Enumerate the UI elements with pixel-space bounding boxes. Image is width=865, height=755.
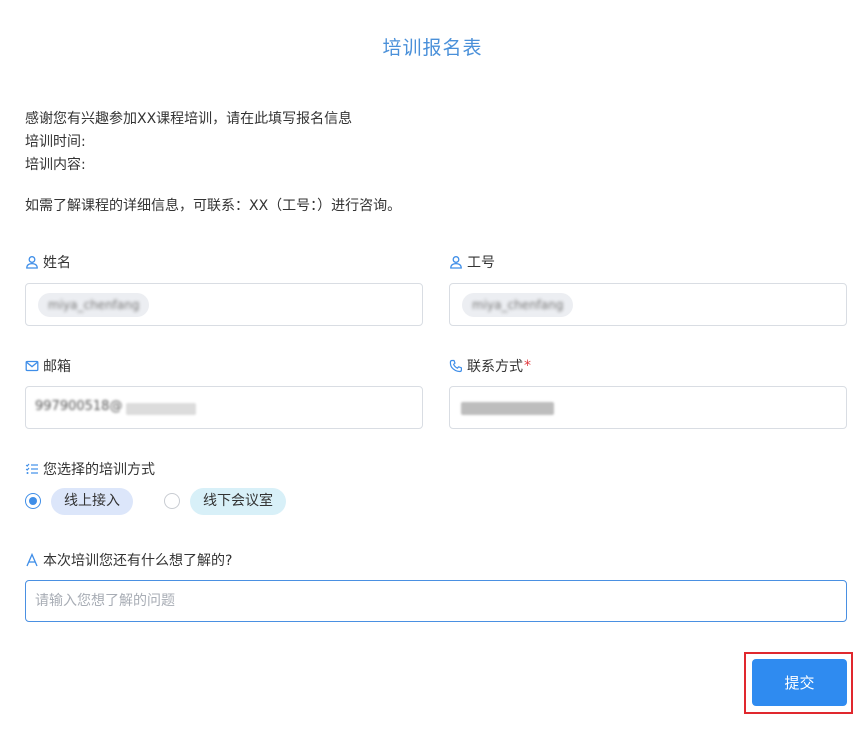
user-icon xyxy=(449,255,463,269)
name-value-chip: miya_chenfang xyxy=(38,293,150,317)
intro-line-time: 培训时间: xyxy=(25,134,86,150)
contact-input[interactable] xyxy=(449,386,847,429)
email-input[interactable]: 997900518@ xyxy=(25,386,423,429)
form-intro: 感谢您有兴趣参加XX课程培训，请在此填写报名信息 培训时间: 培训内容: 如需了… xyxy=(25,108,401,218)
submit-highlight: 提交 xyxy=(744,652,853,714)
email-value: 997900518@ xyxy=(35,399,123,414)
intro-line-content: 培训内容: xyxy=(25,157,86,173)
mail-icon xyxy=(25,359,39,373)
employee-id-label: 工号 xyxy=(449,252,495,272)
email-redaction xyxy=(126,403,196,415)
employee-id-value: miya_chenfang xyxy=(472,298,564,312)
required-mark: * xyxy=(524,358,531,374)
name-value: miya_chenfang xyxy=(48,298,140,312)
employee-id-label-text: 工号 xyxy=(467,255,495,271)
page-title: 培训报名表 xyxy=(382,37,483,59)
question-label-text: 本次培训您还有什么想了解的? xyxy=(43,553,233,569)
option-online-label: 线上接入 xyxy=(64,493,120,509)
email-label: 邮箱 xyxy=(25,356,71,376)
name-label: 姓名 xyxy=(25,252,71,272)
contact-redaction xyxy=(461,402,554,415)
question-label: 本次培训您还有什么想了解的? xyxy=(25,550,232,570)
option-online-pill[interactable]: 线上接入 xyxy=(51,488,133,515)
contact-label: 联系方式 * xyxy=(449,356,531,376)
radio-offline[interactable] xyxy=(164,493,180,509)
text-icon xyxy=(25,553,39,567)
name-input[interactable]: miya_chenfang xyxy=(25,283,423,326)
training-mode-label: 您选择的培训方式 xyxy=(25,459,155,479)
training-mode-label-text: 您选择的培训方式 xyxy=(43,462,155,478)
contact-label-text: 联系方式 xyxy=(467,359,523,375)
radio-online[interactable] xyxy=(25,493,41,509)
option-offline-label: 线下会议室 xyxy=(203,493,273,509)
submit-button[interactable]: 提交 xyxy=(752,659,847,706)
name-label-text: 姓名 xyxy=(43,255,71,271)
option-offline-pill[interactable]: 线下会议室 xyxy=(190,488,286,515)
user-icon xyxy=(25,255,39,269)
email-label-text: 邮箱 xyxy=(43,359,71,375)
intro-line-contact: 如需了解课程的详细信息，可联系：XX（工号：）进行咨询。 xyxy=(25,198,402,214)
phone-icon xyxy=(449,359,463,373)
employee-id-input[interactable]: miya_chenfang xyxy=(449,283,847,326)
intro-line-thanks: 感谢您有兴趣参加XX课程培训，请在此填写报名信息 xyxy=(25,111,353,127)
employee-id-value-chip: miya_chenfang xyxy=(462,293,574,317)
checklist-icon xyxy=(25,462,39,476)
question-input[interactable] xyxy=(25,580,847,622)
